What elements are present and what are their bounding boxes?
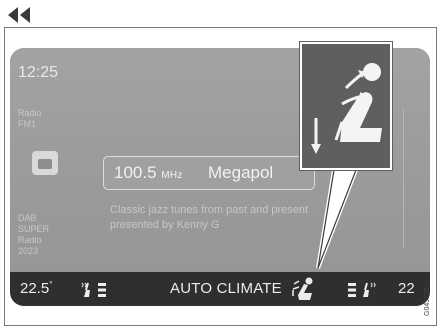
source-band: FM1	[18, 119, 36, 129]
radio-icon[interactable]	[32, 151, 58, 175]
preset-line: 2023	[18, 246, 39, 256]
station-name: Megapol	[208, 163, 274, 182]
figure-code: G043725	[424, 287, 431, 317]
temp-right[interactable]: 22	[398, 280, 415, 297]
source-column: Radio FM1	[18, 108, 88, 130]
seat-heating-left-icon[interactable]	[80, 281, 110, 299]
temp-left[interactable]: 22.5°	[20, 280, 52, 297]
airflow-seat-icon[interactable]	[290, 276, 318, 302]
frequency: 100.5 MHz	[114, 163, 183, 183]
station-display[interactable]: 100.5 MHz Megapol	[103, 156, 315, 190]
preset-line: SUPER	[18, 224, 50, 234]
seat-heating-right-icon[interactable]	[346, 281, 376, 299]
climate-bar: 22.5° AUTO CLIMATE 22	[10, 272, 430, 306]
temp-left-value: 22.5	[20, 280, 50, 297]
preset-line: Radio	[18, 235, 42, 245]
preset-column: DAB SUPER Radio 2023	[18, 213, 88, 257]
temp-left-unit: °	[49, 280, 53, 289]
frequency-unit: MHz	[161, 170, 183, 181]
clock: 12:25	[18, 64, 59, 81]
airflow-seat-icon-large	[311, 63, 382, 154]
preset-line: DAB	[18, 213, 37, 223]
double-back-arrow-icon[interactable]	[6, 5, 46, 25]
frequency-value: 100.5	[114, 163, 157, 182]
auto-climate-label[interactable]: AUTO CLIMATE	[170, 280, 282, 297]
source-label: Radio	[18, 108, 42, 118]
right-panel-edge	[403, 108, 422, 248]
program-description: Classic jazz tunes from past and present…	[110, 204, 309, 231]
zoomed-airflow-icon-callout	[299, 41, 393, 171]
